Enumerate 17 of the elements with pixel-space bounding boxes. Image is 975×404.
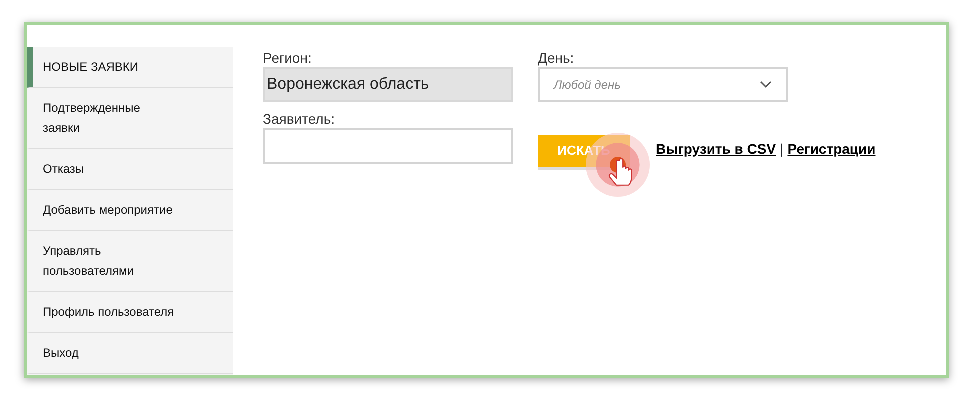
link-separator: |	[780, 140, 784, 159]
applicant-field[interactable]	[263, 128, 513, 164]
region-label: Регион:	[263, 49, 313, 67]
sidebar-item[interactable]: Профиль пользователя	[27, 292, 233, 333]
day-select[interactable]: Любой день	[538, 67, 788, 102]
sidebar-item[interactable]: Управлять пользователями	[27, 231, 233, 292]
sidebar-item[interactable]: Отказы	[27, 149, 233, 190]
chevron-down-icon	[760, 80, 772, 88]
region-field[interactable]: Воронежская область	[263, 67, 513, 102]
sidebar-item[interactable]: НОВЫЕ ЗАЯВКИ	[27, 47, 233, 88]
sidebar-item[interactable]: Выход	[27, 333, 233, 374]
applicant-label: Заявитель:	[263, 110, 336, 128]
sidebar-item[interactable]: Добавить мероприятие	[27, 190, 233, 231]
day-label: День:	[538, 49, 576, 67]
csv-export-link[interactable]: Выгрузить в CSV	[656, 139, 776, 160]
registrations-link[interactable]: Регистрации	[788, 139, 876, 160]
sidebar-item[interactable]: Подтвержденные заявки	[27, 88, 233, 149]
